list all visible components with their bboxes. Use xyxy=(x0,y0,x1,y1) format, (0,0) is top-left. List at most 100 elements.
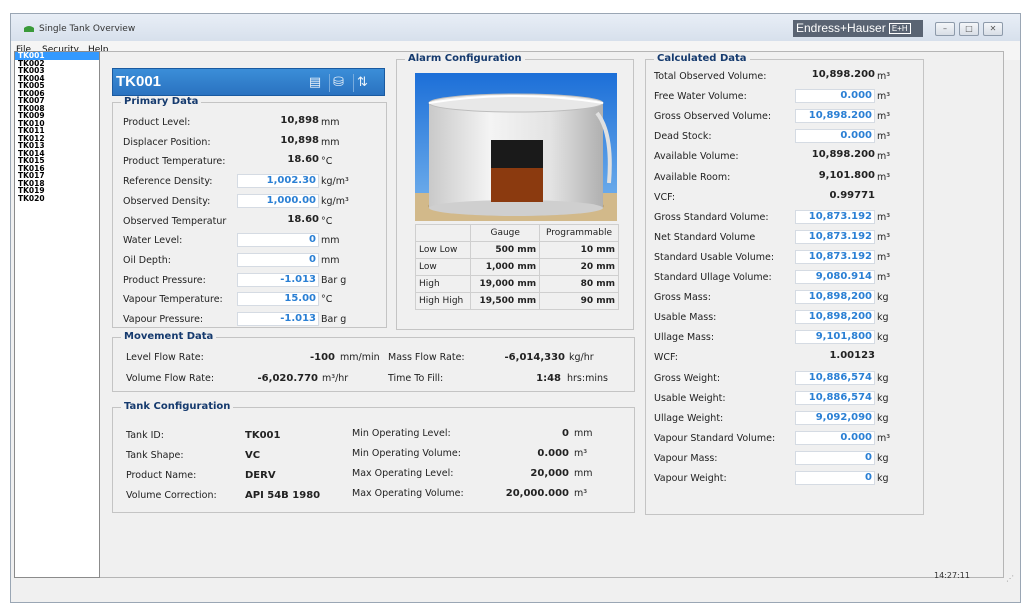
primary-row-label: Vapour Pressure: xyxy=(123,314,204,325)
maximize-button[interactable]: □ xyxy=(959,22,979,36)
calculated-row-unit: m³ xyxy=(877,211,891,223)
primary-row-value: 18.60 xyxy=(287,154,319,166)
alarm-table-row: Low 1,000 mm 20 mm xyxy=(414,258,619,276)
calculated-row-unit: m³ xyxy=(877,151,891,163)
calculated-row-label: Free Water Volume: xyxy=(654,91,747,103)
primary-row-label: Product Level: xyxy=(123,117,191,128)
minimize-button[interactable]: – xyxy=(935,22,955,36)
primary-row-unit: °C xyxy=(321,294,333,306)
calculated-row-unit: kg xyxy=(877,392,889,404)
alarm-cell[interactable]: 90 mm xyxy=(539,292,619,310)
primary-row-label: Reference Density: xyxy=(123,176,213,188)
close-button[interactable]: ✕ xyxy=(983,22,1003,36)
calculated-row-value[interactable]: 0 xyxy=(795,450,875,465)
time-to-fill-label: Time To Fill: xyxy=(388,373,444,384)
level-flow-unit: mm/min xyxy=(340,352,380,363)
calculated-row-label: WCF: xyxy=(654,352,678,364)
primary-row-label: Vapour Temperature: xyxy=(123,294,223,306)
config-label: Tank ID: xyxy=(126,430,164,441)
config-value: VC xyxy=(245,450,261,461)
calculated-row-value[interactable]: 9,101,800 xyxy=(795,330,875,345)
primary-row-unit: mm xyxy=(321,136,340,148)
calculated-row-label: Total Observed Volume: xyxy=(654,71,767,82)
alarm-cell[interactable]: 10 mm xyxy=(539,241,619,259)
alarm-cell[interactable]: 1,000 mm xyxy=(470,258,541,276)
mass-flow-label: Mass Flow Rate: xyxy=(388,352,465,363)
app-icon xyxy=(24,26,34,32)
calculated-row-unit: m³ xyxy=(877,251,891,263)
calculated-row-label: Standard Usable Volume: xyxy=(654,251,775,263)
primary-row-value[interactable]: 0 xyxy=(237,252,319,267)
primary-row-value[interactable]: 0 xyxy=(237,233,319,248)
tank-list-item[interactable]: TK020 xyxy=(15,194,99,203)
alarm-cell[interactable]: 20 mm xyxy=(539,258,619,276)
config-unit: m³ xyxy=(574,488,588,499)
calculated-row-value[interactable]: 9,092,090 xyxy=(795,410,875,425)
calculated-row-unit: m³ xyxy=(877,432,891,444)
level-flow-label: Level Flow Rate: xyxy=(126,352,204,363)
primary-row-label: Product Pressure: xyxy=(123,274,206,286)
calculated-row-value: 0.99771 xyxy=(829,189,875,201)
calculated-row-label: Gross Observed Volume: xyxy=(654,111,772,123)
calculated-row-value[interactable]: 10,886,574 xyxy=(795,390,875,405)
primary-row-unit: kg/m³ xyxy=(321,176,349,188)
config-value: TK001 xyxy=(245,430,281,441)
alarm-cell[interactable]: 19,000 mm xyxy=(470,275,541,293)
transfer-icon[interactable]: ⇅ xyxy=(353,74,371,92)
calculated-row-value[interactable]: 10,898.200 xyxy=(795,109,875,124)
calculated-row-unit: m³ xyxy=(877,272,891,283)
calculated-row-value[interactable]: 10,898,200 xyxy=(795,310,875,325)
calculated-row-unit: m³ xyxy=(877,91,891,103)
volume-flow-label: Volume Flow Rate: xyxy=(126,373,215,384)
tank-list[interactable]: TK001 TK002 TK003 TK004 TK005 TK006 TK007 TK008… xyxy=(14,51,100,578)
alarm-configuration-group: Alarm Configuration Gauge Programmable Low… xyxy=(396,53,634,330)
calculated-row-value[interactable]: 0.000 xyxy=(795,129,875,144)
primary-row-value[interactable]: -1.013 xyxy=(237,312,319,326)
primary-row-label: Observed Density: xyxy=(123,195,211,207)
calculated-data-title: Calculated Data xyxy=(654,53,750,64)
tank-title: TK001 xyxy=(116,73,162,90)
tank-icon[interactable]: ⛁ xyxy=(329,74,347,92)
primary-row-unit: mm xyxy=(321,235,340,247)
primary-row-value: 10,898 xyxy=(280,115,319,126)
calculated-row-value[interactable]: 10,873.192 xyxy=(795,229,875,244)
primary-row-value[interactable]: 1,002.30 xyxy=(237,174,319,189)
calculated-row-label: Ullage Weight: xyxy=(654,412,724,424)
config-label: Tank Shape: xyxy=(126,450,184,461)
calculated-row-value[interactable]: 10,886,574 xyxy=(795,370,875,385)
alarm-cell[interactable]: 80 mm xyxy=(539,275,619,293)
calculated-row-unit: kg xyxy=(877,473,889,484)
config-label: Min Operating Volume: xyxy=(352,448,461,459)
config-value: 20,000 xyxy=(530,468,569,479)
calculated-row-value[interactable]: 0 xyxy=(795,471,875,485)
calculated-row-value[interactable]: 10,898,200 xyxy=(795,290,875,305)
calculated-row-value: 10,898.200 xyxy=(811,69,875,80)
primary-row-unit: kg/m³ xyxy=(321,195,349,207)
tank-configuration-group: Tank Configuration Tank ID: TK001 Tank Sha… xyxy=(112,401,635,513)
title-bar: Single Tank Overview Endress+Hauser E+H –… xyxy=(11,14,1020,41)
brand-name: Endress+Hauser xyxy=(796,21,886,35)
resize-grip-icon[interactable]: ⋰ xyxy=(1006,574,1014,583)
config-value: API 54B 1980 xyxy=(245,490,321,501)
alarm-cell[interactable]: 500 mm xyxy=(470,241,541,259)
calculated-row-value[interactable]: 0.000 xyxy=(795,430,875,445)
print-icon[interactable]: ▤ xyxy=(306,74,324,92)
calculated-row-value[interactable]: 9,080.914 xyxy=(795,270,875,284)
primary-row-value[interactable]: 1,000.00 xyxy=(237,193,319,208)
primary-row-value[interactable]: -1.013 xyxy=(237,272,319,287)
primary-row-label: Observed Temperatur xyxy=(123,215,227,227)
brand-mark: E+H xyxy=(888,23,911,34)
primary-row-value[interactable]: 15.00 xyxy=(237,292,319,307)
time-to-fill-unit: hrs:mins xyxy=(567,373,608,384)
primary-data-group: Primary Data Product Level: 10,898 mm Displ… xyxy=(112,96,387,328)
calculated-row-unit: m³ xyxy=(877,111,891,123)
calculated-row-value[interactable]: 0.000 xyxy=(795,89,875,104)
calculated-row-label: Gross Mass: xyxy=(654,292,711,304)
primary-row-unit: °C xyxy=(321,156,333,168)
config-unit: mm xyxy=(574,428,593,439)
alarm-table-row: High High 19,500 mm 90 mm xyxy=(414,292,619,310)
calculated-row-value[interactable]: 10,873.192 xyxy=(795,209,875,224)
alarm-cell[interactable]: 19,500 mm xyxy=(470,292,541,310)
time-to-fill-value: 1:48 xyxy=(536,373,561,384)
calculated-row-value[interactable]: 10,873.192 xyxy=(795,249,875,264)
